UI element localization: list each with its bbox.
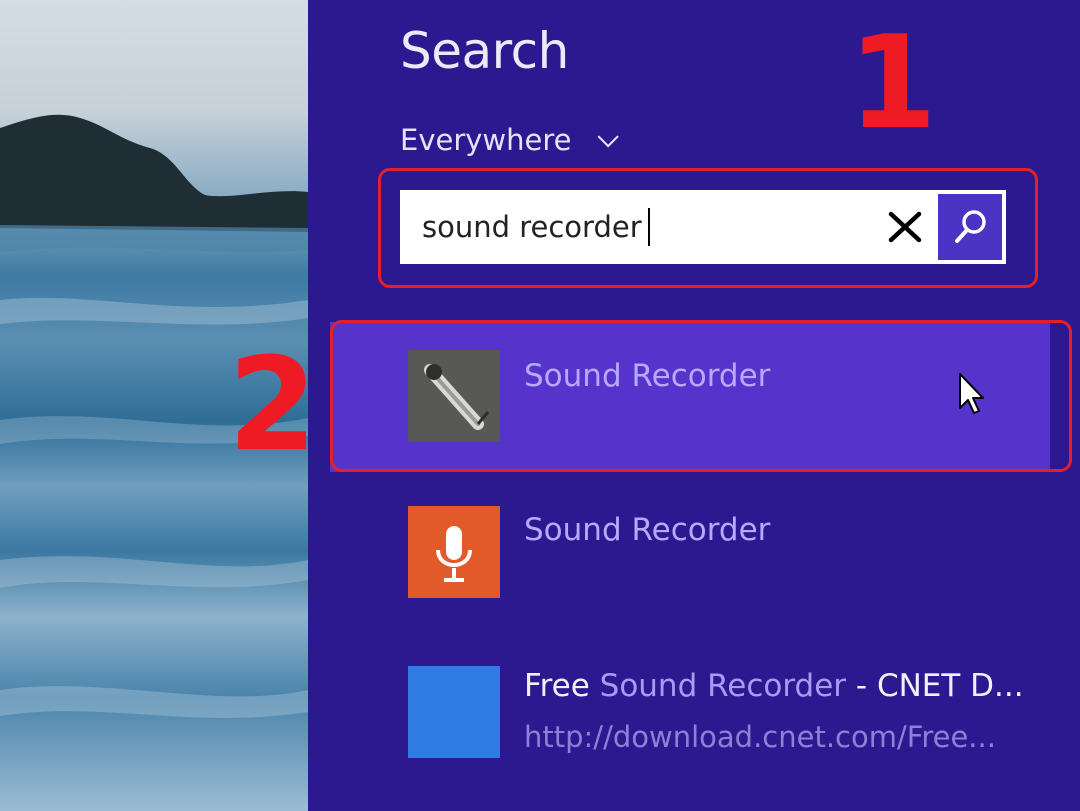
chevron-down-icon: [598, 126, 620, 148]
search-scope-dropdown[interactable]: Everywhere: [400, 123, 620, 157]
search-scope-label: Everywhere: [400, 123, 572, 157]
result-url: http://download.cnet.com/Free...: [524, 720, 996, 754]
annotation-box-search: [378, 168, 1038, 288]
result-title: Sound Recorder: [524, 512, 771, 548]
result-title: Free Sound Recorder - CNET D...: [524, 668, 1024, 704]
search-result-web-cnet[interactable]: Free Sound Recorder - CNET D... http://d…: [330, 646, 1050, 776]
mouse-pointer-icon: [959, 373, 984, 414]
web-result-tile-icon: [408, 666, 500, 758]
search-result-sound-recorder-app[interactable]: Sound Recorder: [330, 486, 1050, 636]
search-title: Search: [400, 22, 569, 80]
annotation-number-1: 1: [848, 9, 938, 158]
annotation-number-2: 2: [228, 331, 318, 480]
microphone-app-icon: [408, 506, 500, 598]
